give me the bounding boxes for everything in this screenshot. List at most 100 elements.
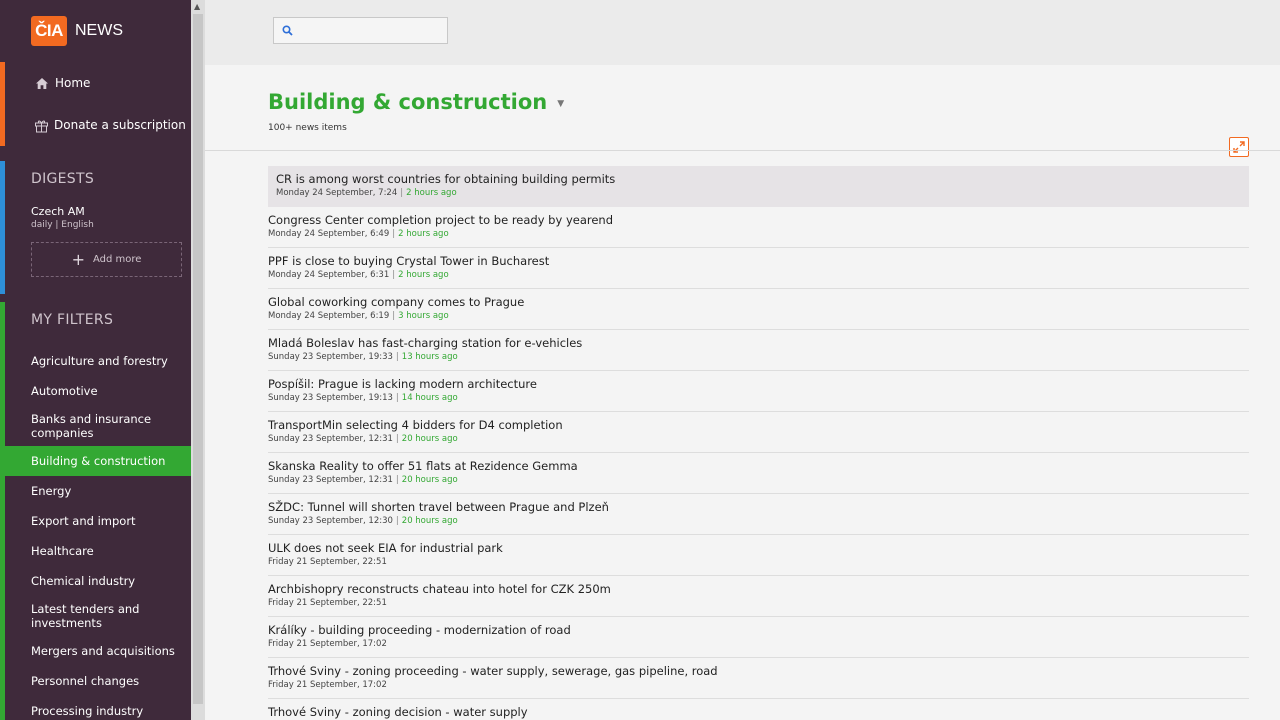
news-title[interactable]: Congress Center completion project to be… xyxy=(268,213,1249,228)
filter-item-label: Personnel changes xyxy=(31,674,140,688)
news-item[interactable]: PPF is close to buying Crystal Tower in … xyxy=(268,248,1249,289)
news-item[interactable]: ULK does not seek EIA for industrial par… xyxy=(268,535,1249,576)
filter-item[interactable]: Processing industry xyxy=(0,696,191,720)
nav-home[interactable]: Home xyxy=(0,62,191,104)
filter-item-label: Banks and insurance companies xyxy=(31,412,152,440)
news-meta: Monday 24 September, 7:24 | 2 hours ago xyxy=(276,188,1249,198)
filter-item-label: Agriculture and forestry xyxy=(31,354,168,368)
news-title[interactable]: Trhové Sviny - zoning proceeding - water… xyxy=(268,664,1249,679)
news-item[interactable]: Trhové Sviny - zoning decision - water s… xyxy=(268,699,1249,720)
home-icon xyxy=(34,75,50,91)
search-box[interactable] xyxy=(273,17,448,44)
news-item[interactable]: Global coworking company comes to Prague… xyxy=(268,289,1249,330)
gift-icon xyxy=(33,117,49,133)
meta-separator: | xyxy=(395,352,399,362)
filter-item-label: Energy xyxy=(31,484,72,498)
news-meta: Sunday 23 September, 19:13 | 14 hours ago xyxy=(268,393,1249,403)
news-title[interactable]: Archbishopry reconstructs chateau into h… xyxy=(268,582,1249,597)
filters-section: MY FILTERS Agriculture and forestry Autom… xyxy=(0,302,191,720)
category-title[interactable]: Building & construction xyxy=(268,90,547,114)
news-item[interactable]: SŽDC: Tunnel will shorten travel between… xyxy=(268,494,1249,535)
news-item[interactable]: Congress Center completion project to be… xyxy=(268,207,1249,248)
news-title[interactable]: SŽDC: Tunnel will shorten travel between… xyxy=(268,500,1249,515)
add-more-button[interactable]: + Add more xyxy=(31,242,182,277)
news-date: Friday 21 September, 17:02 xyxy=(268,639,387,649)
filter-item[interactable]: Mergers and acquisitions xyxy=(0,636,191,666)
nav-accent-bar xyxy=(0,62,5,146)
news-meta: Monday 24 September, 6:31 | 2 hours ago xyxy=(268,270,1249,280)
news-item[interactable]: TransportMin selecting 4 bidders for D4 … xyxy=(268,412,1249,453)
filter-item[interactable]: Building & construction xyxy=(0,446,191,476)
filter-list: Agriculture and forestry Automotive Banks … xyxy=(0,346,191,720)
news-relative-time: 14 hours ago xyxy=(401,393,458,403)
news-title[interactable]: TransportMin selecting 4 bidders for D4 … xyxy=(268,418,1249,433)
news-title[interactable]: Pospíšil: Prague is lacking modern archi… xyxy=(268,377,1249,392)
filter-item[interactable]: Chemical industry xyxy=(0,566,191,596)
filter-item[interactable]: Automotive xyxy=(0,376,191,406)
app-root: ČIA NEWS Home Donate a subscription DIGE… xyxy=(0,0,1280,720)
news-item[interactable]: Mladá Boleslav has fast-charging station… xyxy=(268,330,1249,371)
news-relative-time: 2 hours ago xyxy=(398,229,449,239)
news-date: Monday 24 September, 6:31 xyxy=(268,270,390,280)
filter-item[interactable]: Agriculture and forestry xyxy=(0,346,191,376)
meta-separator: | xyxy=(392,229,396,239)
filter-item[interactable]: Export and import xyxy=(0,506,191,536)
scroll-up-arrow-icon[interactable]: ▲ xyxy=(194,2,200,11)
search-icon xyxy=(282,21,293,40)
news-title[interactable]: Trhové Sviny - zoning decision - water s… xyxy=(268,705,1249,720)
news-item[interactable]: Pospíšil: Prague is lacking modern archi… xyxy=(268,371,1249,412)
news-date: Monday 24 September, 6:19 xyxy=(268,311,390,321)
filter-item[interactable]: Latest tenders and investments xyxy=(0,596,191,636)
add-more-label: Add more xyxy=(92,254,142,265)
nav-donate[interactable]: Donate a subscription xyxy=(0,104,191,146)
news-relative-time: 2 hours ago xyxy=(406,188,457,198)
news-date: Sunday 23 September, 12:30 xyxy=(268,516,393,526)
news-meta: Sunday 23 September, 12:30 | 20 hours ago xyxy=(268,516,1249,526)
news-item[interactable]: Králíky - building proceeding - moderniz… xyxy=(268,617,1249,658)
news-title[interactable]: Skanska Reality to offer 51 flats at Rez… xyxy=(268,459,1249,474)
news-list: CR is among worst countries for obtainin… xyxy=(268,166,1249,720)
meta-separator: | xyxy=(395,475,399,485)
news-date: Sunday 23 September, 19:33 xyxy=(268,352,393,362)
category-header[interactable]: Building & construction ▼ xyxy=(268,90,564,114)
expand-button[interactable] xyxy=(1229,137,1249,157)
brand[interactable]: ČIA NEWS xyxy=(0,0,191,62)
cia-logo[interactable]: ČIA xyxy=(31,16,67,46)
plus-icon: + xyxy=(71,249,85,269)
news-item[interactable]: CR is among worst countries for obtainin… xyxy=(268,166,1249,207)
filter-item[interactable]: Personnel changes xyxy=(0,666,191,696)
news-title[interactable]: Králíky - building proceeding - moderniz… xyxy=(268,623,1249,638)
news-meta: Sunday 23 September, 12:31 | 20 hours ago xyxy=(268,434,1249,444)
news-title[interactable]: Global coworking company comes to Prague xyxy=(268,295,1249,310)
meta-separator: | xyxy=(392,311,396,321)
scrollbar-thumb[interactable] xyxy=(193,14,203,704)
expand-icon xyxy=(1233,141,1245,153)
news-title[interactable]: ULK does not seek EIA for industrial par… xyxy=(268,541,1249,556)
digest-item-name[interactable]: Czech AM xyxy=(0,205,191,218)
news-meta: Friday 21 September, 22:51 xyxy=(268,598,1249,608)
news-meta: Friday 21 September, 17:02 xyxy=(268,680,1249,690)
search-input[interactable] xyxy=(297,20,447,41)
news-item[interactable]: Trhové Sviny - zoning proceeding - water… xyxy=(268,658,1249,699)
news-title[interactable]: PPF is close to buying Crystal Tower in … xyxy=(268,254,1249,269)
meta-separator: | xyxy=(395,516,399,526)
filters-accent-bar xyxy=(0,302,5,720)
filter-item[interactable]: Healthcare xyxy=(0,536,191,566)
news-title[interactable]: Mladá Boleslav has fast-charging station… xyxy=(268,336,1249,351)
header-divider xyxy=(205,150,1280,151)
filter-item-label: Automotive xyxy=(31,384,98,398)
caret-down-icon[interactable]: ▼ xyxy=(557,99,564,109)
filter-item[interactable]: Banks and insurance companies xyxy=(0,406,191,446)
news-item[interactable]: Skanska Reality to offer 51 flats at Rez… xyxy=(268,453,1249,494)
filter-item-label: Building & construction xyxy=(31,454,166,468)
news-meta: Friday 21 September, 22:51 xyxy=(268,557,1249,567)
news-date: Friday 21 September, 22:51 xyxy=(268,598,387,608)
news-relative-time: 2 hours ago xyxy=(398,270,449,280)
filter-item[interactable]: Energy xyxy=(0,476,191,506)
nav-donate-label: Donate a subscription xyxy=(54,118,186,132)
brand-name: NEWS xyxy=(75,22,123,39)
news-title[interactable]: CR is among worst countries for obtainin… xyxy=(276,172,1249,187)
news-item[interactable]: Archbishopry reconstructs chateau into h… xyxy=(268,576,1249,617)
sidebar-scrollbar[interactable]: ▲ xyxy=(191,0,205,720)
